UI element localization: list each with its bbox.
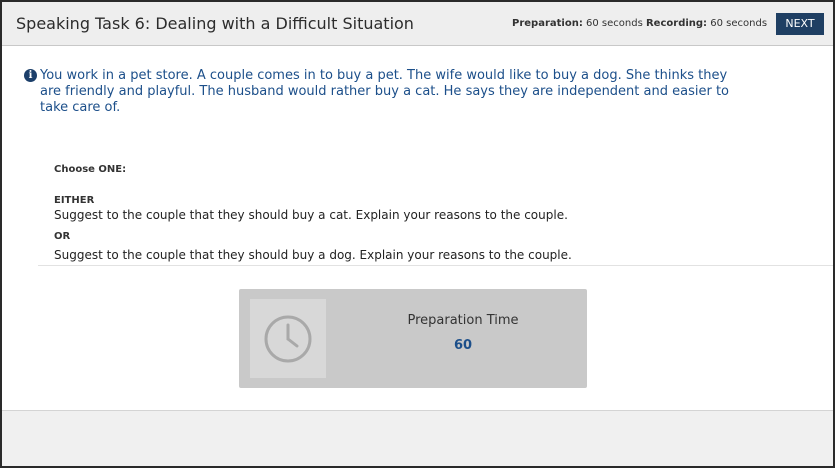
timing-info: Preparation: 60 seconds Recording: 60 se… [512, 18, 767, 29]
preparation-label: Preparation: [512, 18, 583, 29]
recording-label: Recording: [645, 18, 708, 29]
task-window: Speaking Task 6: Dealing with a Difficul… [0, 0, 835, 468]
preparation-timer: Preparation Time 60 [239, 289, 587, 388]
recording-value: 60 seconds [710, 18, 768, 29]
preparation-value: 60 seconds [586, 18, 643, 29]
page-title: Speaking Task 6: Dealing with a Difficul… [16, 14, 414, 33]
preparation-time-label: Preparation Time [407, 313, 519, 328]
header-bar: Speaking Task 6: Dealing with a Difficul… [2, 2, 833, 46]
preparation-time-value: 60 [453, 338, 473, 353]
task-prompt: You work in a pet store. A couple comes … [40, 68, 729, 115]
clock-tile [250, 299, 326, 378]
option-two: Suggest to the couple that they should b… [54, 248, 572, 262]
choose-instruction: Choose ONE: [54, 164, 127, 175]
next-button[interactable]: NEXT [776, 13, 824, 35]
divider [38, 265, 833, 266]
or-label: OR [54, 231, 71, 242]
either-label: EITHER [54, 195, 95, 206]
info-icon: i [24, 69, 37, 82]
option-one: Suggest to the couple that they should b… [54, 208, 568, 222]
footer-bar [2, 410, 833, 466]
clock-icon [264, 315, 312, 363]
